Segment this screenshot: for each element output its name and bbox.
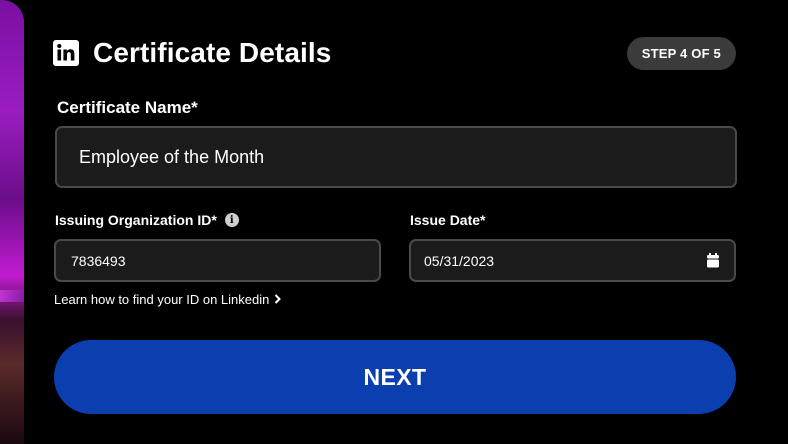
organization-id-value: 7836493 (71, 252, 126, 269)
organization-id-label: Issuing Organization ID* (55, 212, 217, 228)
decorative-side-image (0, 0, 24, 444)
title-group: Certificate Details (53, 37, 331, 69)
organization-id-input[interactable]: 7836493 (54, 239, 381, 282)
certificate-name-value: Employee of the Month (79, 146, 265, 167)
help-link-text: Learn how to find your ID on Linkedin (54, 292, 270, 307)
header: Certificate Details STEP 4 OF 5 (53, 36, 736, 70)
page-title: Certificate Details (93, 37, 332, 68)
linkedin-icon (53, 40, 79, 66)
certificate-name-input[interactable]: Employee of the Month (55, 126, 737, 188)
chevron-right-icon (274, 292, 282, 307)
issue-date-input[interactable]: 05/31/2023 (409, 239, 736, 282)
issue-date-value: 05/31/2023 (424, 252, 495, 269)
certificate-name-label: Certificate Name* (57, 98, 198, 117)
calendar-icon[interactable] (706, 253, 720, 268)
find-id-help-link[interactable]: Learn how to find your ID on Linkedin (54, 292, 282, 307)
step-badge: STEP 4 OF 5 (626, 36, 736, 70)
organization-id-label-group: Issuing Organization ID* i (55, 212, 239, 228)
next-button[interactable]: NEXT (54, 340, 736, 414)
info-icon[interactable]: i (224, 213, 239, 227)
issue-date-label: Issue Date* (410, 212, 486, 228)
